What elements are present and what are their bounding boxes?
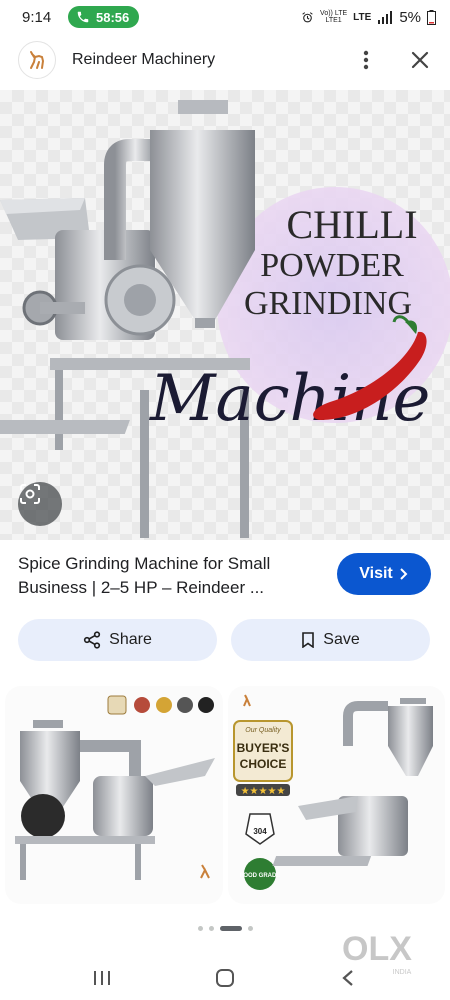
pulverizer-machine-image <box>15 695 215 880</box>
pulverizer-with-badges-image: Our Quality BUYER'S CHOICE ★★★★★ 304 FOO… <box>233 694 433 890</box>
related-result-card[interactable]: Our Quality BUYER'S CHOICE ★★★★★ 304 FOO… <box>228 686 445 904</box>
certification-badges <box>107 695 214 715</box>
status-bar: 9:14 58:56 Vo)) LTE LTE1 LTE 5% <box>0 0 450 34</box>
status-icons: Vo)) LTE LTE1 LTE 5% <box>301 9 436 26</box>
headline-line1: CHILLI <box>286 202 417 247</box>
battery-percent: 5% <box>399 8 421 26</box>
pager-dot <box>208 926 214 931</box>
signal-icon <box>378 10 393 24</box>
reindeer-logo-icon[interactable] <box>18 41 56 79</box>
battery-icon <box>427 9 436 25</box>
share-icon <box>84 631 101 649</box>
visit-label: Visit <box>359 565 393 582</box>
ongoing-call-pill[interactable]: 58:56 <box>68 6 140 28</box>
headline-line3: GRINDING <box>244 285 412 322</box>
pager-dot <box>197 926 203 931</box>
back-icon[interactable] <box>333 963 363 993</box>
bookmark-icon <box>302 632 315 648</box>
svg-text:Our Quality: Our Quality <box>245 727 281 734</box>
svg-text:★★★★★: ★★★★★ <box>241 786 286 797</box>
svg-text:FOOD GRADE: FOOD GRADE <box>240 873 281 879</box>
svg-text:CHOICE: CHOICE <box>240 757 287 771</box>
volte-indicator: Vo)) LTE LTE1 <box>320 10 348 24</box>
recent-apps-icon[interactable] <box>87 963 117 993</box>
buyers-choice-badge: Our Quality BUYER'S CHOICE ★★★★★ <box>233 720 293 797</box>
status-time: 9:14 <box>22 8 52 26</box>
share-label: Share <box>109 631 152 648</box>
pager-dot <box>247 926 253 931</box>
lens-search-icon[interactable] <box>18 482 62 526</box>
steel-304-badge: 304 <box>245 813 275 845</box>
lte-label: LTE <box>353 11 372 23</box>
result-image[interactable]: CHILLI POWDER GRINDING Machine <box>0 90 450 540</box>
home-icon[interactable] <box>210 963 240 993</box>
more-options-icon[interactable] <box>354 48 378 72</box>
source-header: Reindeer Machinery <box>0 34 450 86</box>
result-title[interactable]: Spice Grinding Machine for Small Busines… <box>18 552 318 600</box>
chevron-right-icon <box>400 568 408 580</box>
action-row: Share Save <box>18 619 430 661</box>
svg-text:BUYER'S: BUYER'S <box>237 741 290 755</box>
site-name[interactable]: Reindeer Machinery <box>72 51 215 69</box>
headline-line2: POWDER <box>260 247 404 284</box>
save-button[interactable]: Save <box>231 619 430 661</box>
save-label: Save <box>323 631 360 648</box>
share-button[interactable]: Share <box>18 619 217 661</box>
phone-icon <box>77 11 89 23</box>
grinding-machine-illustration: CHILLI POWDER GRINDING Machine <box>0 100 450 538</box>
pager-dot-active <box>219 926 242 931</box>
related-result-card[interactable] <box>5 686 223 904</box>
visit-button[interactable]: Visit <box>337 553 431 595</box>
close-icon[interactable] <box>408 48 432 72</box>
svg-text:304: 304 <box>253 827 267 836</box>
system-nav-bar <box>0 955 450 1000</box>
alarm-icon <box>302 11 313 22</box>
call-duration: 58:56 <box>96 9 130 25</box>
